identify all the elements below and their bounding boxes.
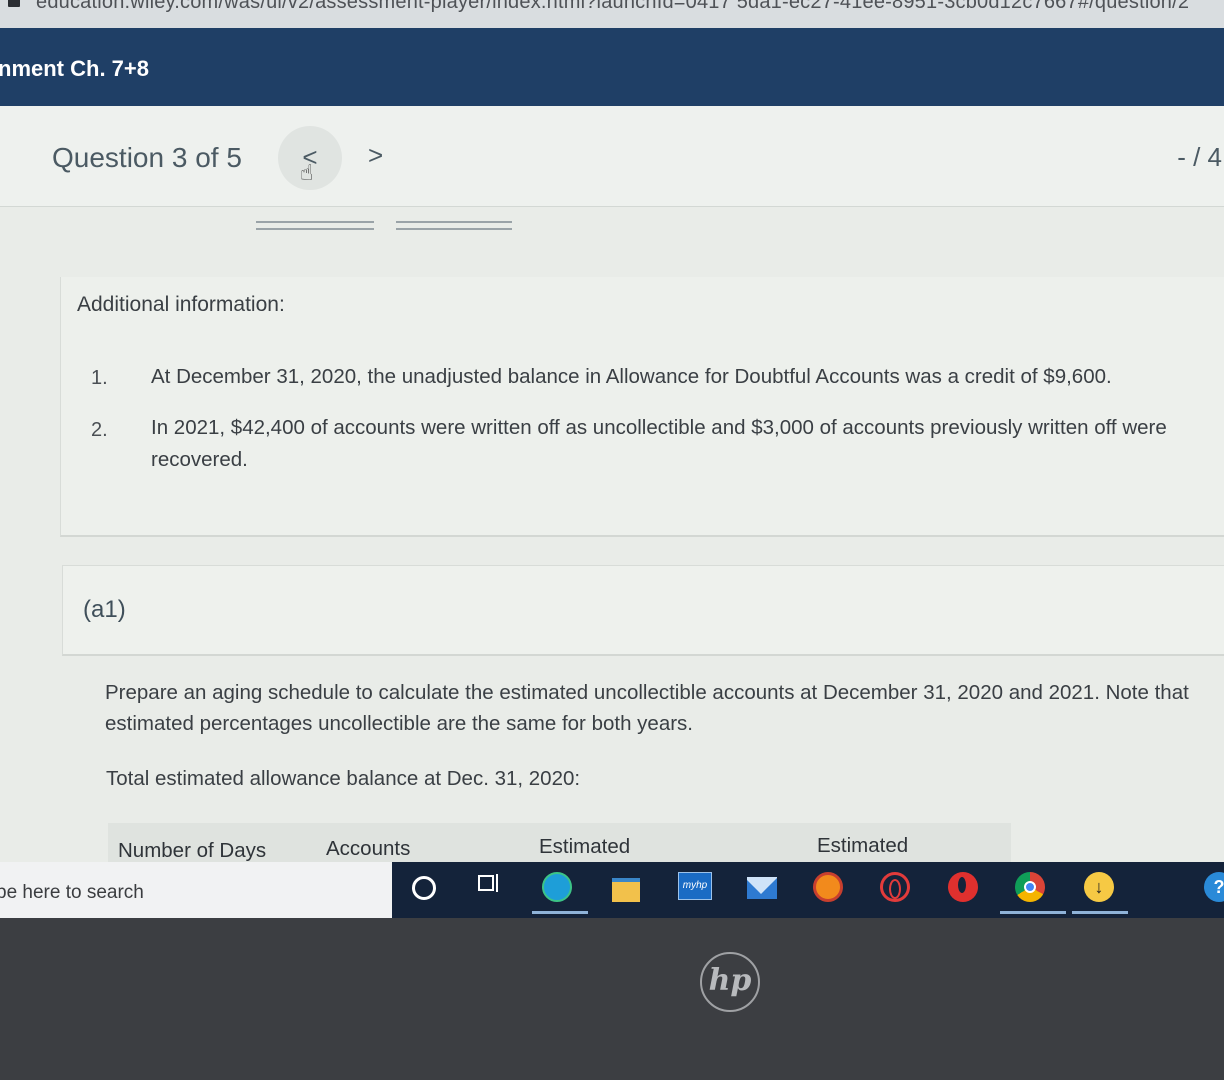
prompt-line: estimated percentages uncollectible are … bbox=[105, 712, 693, 735]
question-counter: Question 3 of 5 bbox=[52, 142, 242, 173]
list-item-text: In 2021, $42,400 of accounts were writte… bbox=[151, 416, 1167, 439]
taskbar-search-box[interactable]: pe here to search bbox=[0, 862, 392, 918]
laptop-bezel: hp bbox=[0, 918, 1224, 1080]
active-app-indicator bbox=[532, 911, 588, 914]
edge-icon[interactable] bbox=[542, 872, 574, 904]
double-underline bbox=[256, 221, 374, 230]
total-allowance-label: Total estimated allowance balance at Dec… bbox=[106, 767, 581, 790]
next-question-button[interactable]: > bbox=[368, 140, 383, 171]
opera-icon[interactable] bbox=[948, 872, 980, 904]
myhp-label: myhp bbox=[678, 872, 712, 900]
url-text[interactable]: education.wiley.com/was/ui/v2/assessment… bbox=[36, 0, 1189, 14]
active-app-indicator bbox=[1000, 911, 1066, 914]
question-content: Additional information: 1. At December 3… bbox=[0, 207, 1224, 863]
question-header: Question 3 of 5 < ☝ > - / 4 bbox=[0, 106, 1224, 208]
column-header: Estimated bbox=[539, 835, 631, 858]
question-score: - / 4 bbox=[1177, 142, 1222, 172]
part-a1-header: (a1) bbox=[62, 565, 1224, 656]
mail-icon[interactable] bbox=[746, 872, 778, 904]
opera-outline-icon[interactable] bbox=[880, 872, 912, 904]
firefox-icon[interactable] bbox=[813, 872, 845, 904]
taskbar: pe here to search myhp ↓ ? bbox=[0, 862, 1224, 918]
list-item-number: 1. bbox=[91, 367, 108, 389]
file-explorer-icon[interactable] bbox=[610, 872, 642, 904]
hand-cursor-icon: ☝ bbox=[300, 160, 314, 185]
cortana-icon[interactable] bbox=[408, 872, 440, 904]
additional-information-panel: Additional information: 1. At December 3… bbox=[60, 277, 1224, 537]
column-header: Estimated bbox=[817, 834, 909, 857]
myhp-icon[interactable]: myhp bbox=[678, 872, 712, 904]
lock-icon bbox=[8, 0, 20, 7]
browser-address-bar[interactable]: education.wiley.com/was/ui/v2/assessment… bbox=[0, 0, 1224, 28]
task-view-icon[interactable] bbox=[474, 872, 506, 904]
help-icon[interactable]: ? bbox=[1204, 872, 1224, 904]
aging-schedule-table-header: Number of Days Accounts Estimated Estima… bbox=[108, 823, 1011, 863]
search-placeholder: pe here to search bbox=[0, 882, 144, 903]
part-prompt: Prepare an aging schedule to calculate t… bbox=[105, 677, 1189, 739]
hp-logo: hp bbox=[700, 952, 760, 1012]
active-app-indicator bbox=[1072, 911, 1128, 914]
download-icon[interactable]: ↓ bbox=[1084, 872, 1116, 904]
chrome-icon[interactable] bbox=[1015, 872, 1047, 904]
column-header: Number of Days bbox=[118, 839, 267, 862]
assignment-header: nment Ch. 7+8 bbox=[0, 28, 1224, 106]
list-item-text-continued: recovered. bbox=[151, 448, 248, 471]
column-header: Accounts bbox=[326, 837, 411, 860]
list-item-number: 2. bbox=[91, 419, 108, 441]
additional-info-heading: Additional information: bbox=[77, 293, 285, 316]
part-label: (a1) bbox=[83, 596, 126, 623]
list-item-text: At December 31, 2020, the unadjusted bal… bbox=[151, 365, 1112, 388]
prompt-line: Prepare an aging schedule to calculate t… bbox=[105, 681, 1189, 704]
assignment-title: nment Ch. 7+8 bbox=[0, 56, 149, 81]
double-underline bbox=[396, 221, 512, 230]
